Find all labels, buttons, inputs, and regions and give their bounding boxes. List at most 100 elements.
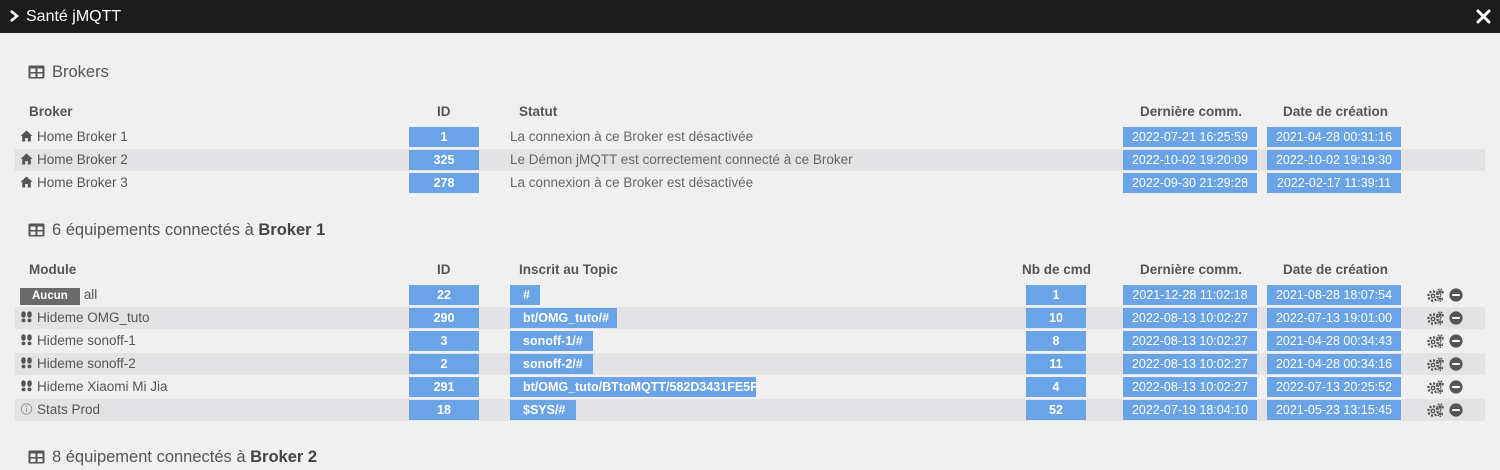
table-icon bbox=[28, 223, 45, 237]
configure-gears-icon[interactable] bbox=[1427, 380, 1444, 394]
id-badge: 325 bbox=[409, 150, 479, 170]
footprints-icon bbox=[20, 310, 37, 325]
table-row[interactable]: Hideme sonoff-2 2 sonoff-2/# 11 2022-08-13 1… bbox=[15, 353, 1485, 375]
table-row[interactable]: Stats Prod 18 $SYS/# 52 2022-07-19 18:04:10 2… bbox=[15, 399, 1485, 421]
broker-name: Broker 2 bbox=[250, 448, 318, 466]
row-actions bbox=[1427, 356, 1467, 372]
status-text: La connexion à ce Broker est désactivée bbox=[510, 129, 754, 144]
col-creation: Date de création bbox=[1283, 104, 1389, 119]
home-icon bbox=[20, 175, 37, 190]
footprints-icon bbox=[20, 333, 37, 348]
configure-gears-icon[interactable] bbox=[1427, 357, 1444, 371]
col-topic: Inscrit au Topic bbox=[519, 262, 618, 277]
broker-name-cell[interactable]: Home Broker 3 bbox=[20, 175, 128, 190]
modal-title-bar: Santé jMQTT bbox=[0, 0, 1500, 33]
col-id: ID bbox=[437, 104, 451, 119]
table-row[interactable]: Hideme Xiaomi Mi Jia 291 bt/OMG_tuto/BTtoM… bbox=[15, 376, 1485, 398]
row-actions bbox=[1427, 379, 1467, 395]
row-actions bbox=[1427, 310, 1467, 326]
col-creation: Date de création bbox=[1283, 262, 1389, 277]
module-name-cell[interactable]: Hideme sonoff-2 bbox=[20, 356, 136, 371]
remove-circle-icon[interactable] bbox=[1449, 311, 1463, 325]
last-comm-badge: 2022-09-30 21:29:28 bbox=[1123, 173, 1257, 193]
row-actions bbox=[1427, 287, 1467, 303]
status-text: Le Démon jMQTT est correctement connecté… bbox=[510, 152, 853, 167]
table-row[interactable]: Home Broker 1 1 La connexion à ce Broker e… bbox=[15, 126, 1485, 148]
module-name-cell[interactable]: Stats Prod bbox=[20, 402, 100, 417]
last-comm-badge: 2022-08-13 10:02:27 bbox=[1123, 331, 1257, 351]
creation-date-badge: 2022-10-02 19:19:30 bbox=[1267, 150, 1401, 170]
topic-badge: bt/OMG_tuto/# bbox=[510, 308, 617, 328]
configure-gears-icon[interactable] bbox=[1427, 311, 1444, 325]
creation-date-badge: 2021-04-28 00:34:16 bbox=[1267, 354, 1401, 374]
cmd-count-badge: 8 bbox=[1026, 331, 1086, 351]
col-module: Module bbox=[29, 262, 77, 277]
creation-date-badge: 2021-08-28 18:07:54 bbox=[1267, 285, 1401, 305]
home-icon bbox=[20, 129, 37, 144]
remove-circle-icon[interactable] bbox=[1449, 380, 1463, 394]
col-nbcmd: Nb de cmd bbox=[1022, 262, 1092, 277]
remove-circle-icon[interactable] bbox=[1449, 288, 1463, 302]
broker-name-cell[interactable]: Home Broker 2 bbox=[20, 152, 128, 167]
last-comm-badge: 2022-08-13 10:02:27 bbox=[1123, 354, 1257, 374]
creation-date-badge: 2021-04-28 00:34:43 bbox=[1267, 331, 1401, 351]
id-badge: 278 bbox=[409, 173, 479, 193]
creation-date-badge: 2021-04-28 00:31:16 bbox=[1267, 127, 1401, 147]
table-row[interactable]: Hideme OMG_tuto 290 bt/OMG_tuto/# 10 2022-08… bbox=[15, 307, 1485, 329]
topic-badge: sonoff-1/# bbox=[510, 331, 593, 351]
broker-name-cell[interactable]: Home Broker 1 bbox=[20, 129, 128, 144]
id-badge: 22 bbox=[409, 285, 479, 305]
remove-circle-icon[interactable] bbox=[1449, 403, 1463, 417]
col-id: ID bbox=[437, 262, 451, 277]
id-badge: 1 bbox=[409, 127, 479, 147]
topic-badge: sonoff-2/# bbox=[510, 354, 593, 374]
chevron-right-icon bbox=[10, 10, 20, 22]
last-comm-badge: 2022-07-19 18:04:10 bbox=[1123, 400, 1257, 420]
cmd-count-badge: 52 bbox=[1026, 400, 1086, 420]
footprints-icon bbox=[20, 379, 37, 394]
id-badge: 3 bbox=[409, 331, 479, 351]
table-row[interactable]: Hideme sonoff-1 3 sonoff-1/# 8 2022-08-13 10… bbox=[15, 330, 1485, 352]
row-actions bbox=[1427, 402, 1467, 418]
last-comm-badge: 2021-12-28 11:02:18 bbox=[1123, 285, 1257, 305]
id-badge: 18 bbox=[409, 400, 479, 420]
col-derniere: Dernière comm. bbox=[1140, 104, 1243, 119]
topic-badge: # bbox=[510, 285, 540, 305]
table-icon bbox=[28, 450, 45, 464]
creation-date-badge: 2022-07-13 20:25:52 bbox=[1267, 377, 1401, 397]
home-icon bbox=[20, 152, 37, 167]
equipment-table-header: Module ID Inscrit au Topic Nb de cmd Der… bbox=[15, 260, 1485, 280]
cmd-count-badge: 4 bbox=[1026, 377, 1086, 397]
id-badge: 291 bbox=[409, 377, 479, 397]
col-broker: Broker bbox=[29, 104, 73, 119]
last-comm-badge: 2022-07-21 16:25:59 bbox=[1123, 127, 1257, 147]
object-tag-button[interactable]: Aucun bbox=[20, 288, 80, 305]
creation-date-badge: 2021-05-23 13:15:45 bbox=[1267, 400, 1401, 420]
module-name-cell[interactable]: Hideme OMG_tuto bbox=[20, 310, 150, 325]
modal-title: Santé jMQTT bbox=[26, 8, 122, 25]
col-statut: Statut bbox=[519, 104, 558, 119]
configure-gears-icon[interactable] bbox=[1427, 334, 1444, 348]
close-icon[interactable] bbox=[1476, 9, 1491, 24]
last-comm-badge: 2022-08-13 10:02:27 bbox=[1123, 308, 1257, 328]
cmd-count-badge: 10 bbox=[1026, 308, 1086, 328]
status-text: La connexion à ce Broker est désactivée bbox=[510, 175, 754, 190]
configure-gears-icon[interactable] bbox=[1427, 403, 1444, 417]
id-badge: 290 bbox=[409, 308, 479, 328]
cmd-count-badge: 1 bbox=[1026, 285, 1086, 305]
last-comm-badge: 2022-08-13 10:02:27 bbox=[1123, 377, 1257, 397]
table-row[interactable]: Home Broker 3 278 La connexion à ce Broker… bbox=[15, 172, 1485, 194]
topic-badge: $SYS/# bbox=[510, 400, 576, 420]
topic-badge: bt/OMG_tuto/BTtoMQTT/582D3431FE5F bbox=[510, 377, 756, 397]
configure-gears-icon[interactable] bbox=[1427, 288, 1444, 302]
table-icon bbox=[28, 65, 45, 79]
table-row[interactable]: Aucun all 22 #1 2021-12-28 11:02:18 2021-08-2… bbox=[15, 284, 1485, 306]
module-name-cell[interactable]: Aucun all bbox=[20, 287, 97, 305]
brokers-table-header: Broker ID Statut Dernière comm. Date de … bbox=[15, 102, 1485, 122]
module-name-cell[interactable]: Hideme Xiaomi Mi Jia bbox=[20, 379, 168, 394]
remove-circle-icon[interactable] bbox=[1449, 334, 1463, 348]
table-row[interactable]: Home Broker 2 325 Le Démon jMQTT est corre… bbox=[15, 149, 1485, 171]
remove-circle-icon[interactable] bbox=[1449, 357, 1463, 371]
id-badge: 2 bbox=[409, 354, 479, 374]
module-name-cell[interactable]: Hideme sonoff-1 bbox=[20, 333, 136, 348]
